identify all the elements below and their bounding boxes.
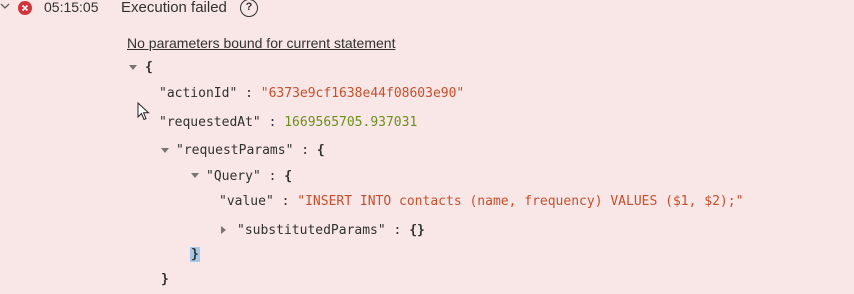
request-params-open-brace: { — [316, 143, 325, 158]
expand-root-icon[interactable] — [129, 65, 137, 70]
separator: : — [260, 169, 285, 184]
value-row: "value" : "INSERT INTO contacts (name, f… — [219, 194, 743, 209]
requested-at-key: "requestedAt" — [159, 115, 261, 130]
value-value: "INSERT INTO contacts (name, frequency) … — [297, 194, 744, 209]
request-params-key: "requestParams" — [176, 143, 294, 158]
run-status: Execution failed — [121, 0, 227, 16]
separator: : — [260, 115, 285, 130]
separator: : — [237, 86, 261, 101]
action-id-row: "actionId" : "6373e9cf1638e44f08603e90" — [159, 86, 464, 101]
action-id-key: "actionId" — [159, 86, 238, 101]
query-row: "Query" : { — [206, 169, 292, 184]
mouse-cursor-icon — [137, 102, 150, 121]
substituted-params-empty: {} — [409, 223, 425, 238]
query-open-brace: { — [284, 169, 293, 184]
separator: : — [273, 194, 298, 209]
expand-query-icon[interactable] — [191, 173, 199, 178]
value-key: "value" — [219, 194, 274, 209]
separator: : — [293, 143, 317, 158]
root-open-brace: { — [145, 60, 153, 75]
help-icon[interactable]: ? — [240, 0, 258, 17]
query-key: "Query" — [206, 169, 261, 184]
substituted-params-key: "substitutedParams" — [237, 223, 386, 238]
run-timestamp: 05:15:05 — [44, 0, 99, 15]
separator: : — [385, 223, 410, 238]
request-params-row: "requestParams" : { — [176, 143, 325, 158]
substituted-params-row: "substitutedParams" : {} — [237, 223, 425, 238]
collapse-chevron-icon[interactable] — [0, 1, 10, 11]
error-message-link[interactable]: No parameters bound for current statemen… — [127, 35, 395, 51]
expand-substituted-params-icon[interactable] — [221, 226, 226, 234]
expand-request-params-icon[interactable] — [161, 148, 169, 153]
action-id-value: "6373e9cf1638e44f08603e90" — [260, 86, 465, 101]
query-close-brace: } — [190, 247, 200, 262]
error-icon — [18, 1, 32, 15]
request-params-close-brace: } — [161, 272, 169, 287]
requested-at-value: 1669565705.937031 — [284, 115, 418, 130]
requested-at-row: "requestedAt" : 1669565705.937031 — [159, 115, 417, 130]
